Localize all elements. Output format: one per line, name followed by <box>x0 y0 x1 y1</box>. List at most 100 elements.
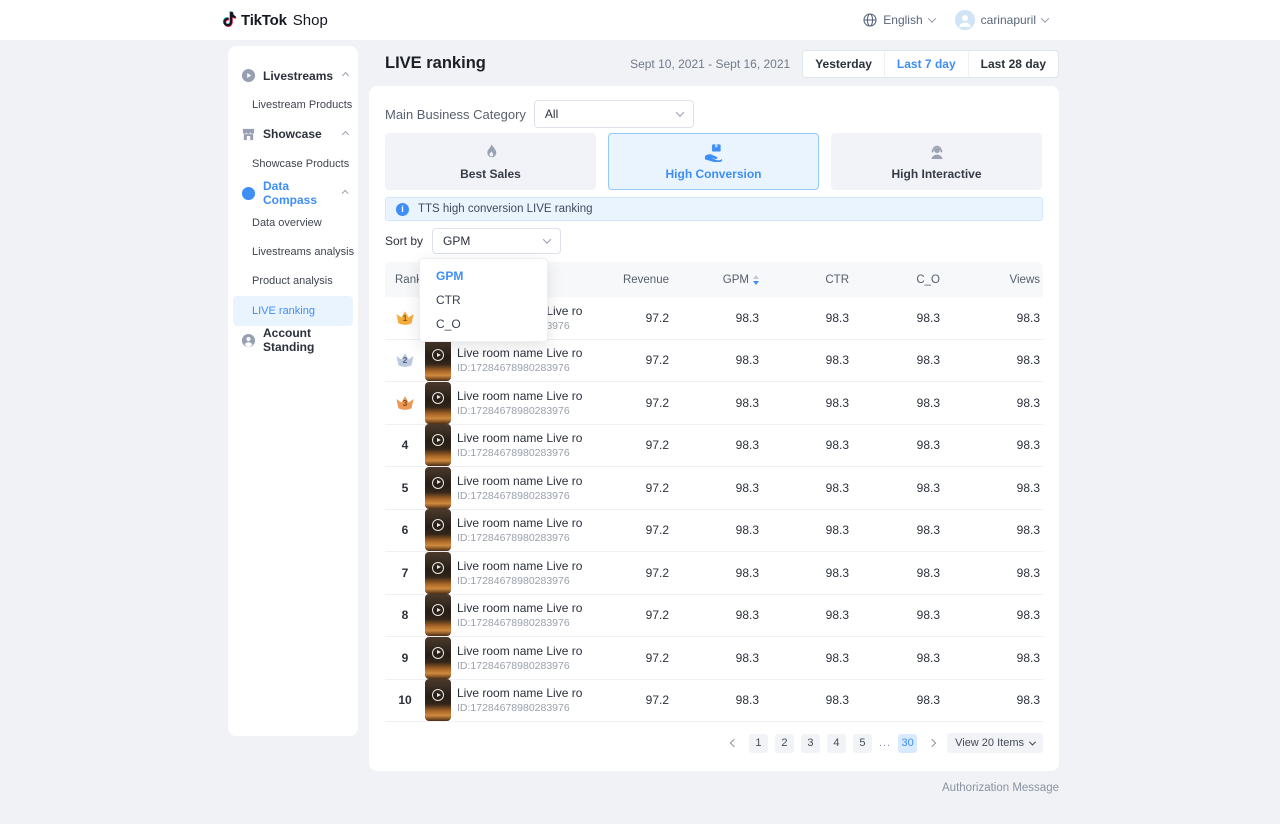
revenue-value: 97.2 <box>582 608 672 622</box>
live-room-cell[interactable]: Live room name Live room... ID:172846789… <box>425 339 582 381</box>
gpm-value: 98.3 <box>672 438 762 452</box>
live-room-cell[interactable]: Live room name Live room... ID:172846789… <box>425 467 582 509</box>
live-room-thumbnail[interactable] <box>425 594 451 636</box>
rank-cell: 8 <box>385 608 425 622</box>
live-room-thumbnail[interactable] <box>425 679 451 721</box>
table-row[interactable]: 3 Live room name Live room... ID:1728467… <box>385 382 1043 425</box>
live-room-thumbnail[interactable] <box>425 382 451 424</box>
tab-high-interactive[interactable]: High Interactive <box>831 133 1042 190</box>
sort-select[interactable]: GPM <box>432 228 561 254</box>
ctr-value: 98.3 <box>762 566 852 580</box>
sidebar: Livestreams Livestream Products Showcase… <box>228 46 358 736</box>
range-button-last-28-day[interactable]: Last 28 day <box>968 51 1058 77</box>
tab-high-conversion[interactable]: High Conversion <box>608 133 819 190</box>
authorization-message-link[interactable]: Authorization Message <box>942 782 1059 794</box>
live-room-thumbnail[interactable] <box>425 509 451 551</box>
ctr-value: 98.3 <box>762 523 852 537</box>
next-page-button[interactable] <box>924 734 940 753</box>
table-row[interactable]: 8 Live room name Live room... ID:1728467… <box>385 595 1043 638</box>
sidebar-group-label: Account Standing <box>263 326 348 354</box>
live-room-cell[interactable]: Live room name Live room... ID:172846789… <box>425 509 582 551</box>
ctr-value: 98.3 <box>762 311 852 325</box>
sidebar-group-label: Livestreams <box>263 69 333 83</box>
table-row[interactable]: 5 Live room name Live room... ID:1728467… <box>385 467 1043 510</box>
gpm-value: 98.3 <box>672 651 762 665</box>
tab-label: Best Sales <box>460 167 521 181</box>
sidebar-item-data-compass[interactable]: Data Compass <box>228 179 358 208</box>
live-room-thumbnail[interactable] <box>425 467 451 509</box>
sidebar-item-label: Livestream Products <box>252 99 352 111</box>
live-room-id: ID:17284678980283976 <box>457 490 582 502</box>
category-select[interactable]: All <box>534 100 694 128</box>
pagination-page-4[interactable]: 4 <box>827 734 846 753</box>
table-row[interactable]: 9 Live room name Live room... ID:1728467… <box>385 637 1043 680</box>
tab-best-sales[interactable]: Best Sales <box>385 133 596 190</box>
pagination-page-2[interactable]: 2 <box>775 734 794 753</box>
table-row[interactable]: 10 Live room name Live room... ID:172846… <box>385 680 1043 723</box>
live-room-cell[interactable]: Live room name Live room... ID:172846789… <box>425 382 582 424</box>
column-header-ctr: CTR <box>762 274 852 286</box>
pagination-page-1[interactable]: 1 <box>749 734 768 753</box>
sidebar-item-showcase-products[interactable]: Showcase Products <box>228 149 358 178</box>
sidebar-item-product-analysis[interactable]: Product analysis <box>228 267 358 296</box>
sidebar-item-account-standing[interactable]: Account Standing <box>228 326 358 355</box>
live-room-thumbnail[interactable] <box>425 552 451 594</box>
play-icon <box>432 392 444 404</box>
rank-cell: 7 <box>385 566 425 580</box>
ctr-value: 98.3 <box>762 438 852 452</box>
live-room-thumbnail[interactable] <box>425 424 451 466</box>
pagination-page-5[interactable]: 5 <box>853 734 872 753</box>
sidebar-item-livestreams-analysis[interactable]: Livestreams analysis <box>228 237 358 266</box>
gpm-value: 98.3 <box>672 608 762 622</box>
c-o-value: 98.3 <box>852 523 943 537</box>
page-size-select[interactable]: View 20 Items <box>947 733 1043 753</box>
c-o-value: 98.3 <box>852 651 943 665</box>
live-room-name: Live room name Live room... <box>457 644 582 658</box>
sidebar-item-showcase[interactable]: Showcase <box>228 120 358 149</box>
sidebar-item-livestream-products[interactable]: Livestream Products <box>228 90 358 119</box>
views-value: 98.3 <box>943 353 1043 367</box>
live-room-cell[interactable]: Live room name Live room... ID:172846789… <box>425 679 582 721</box>
table-row[interactable]: 6 Live room name Live room... ID:1728467… <box>385 510 1043 553</box>
revenue-value: 97.2 <box>582 353 672 367</box>
revenue-value: 97.2 <box>582 693 672 707</box>
table-row[interactable]: 7 Live room name Live room... ID:1728467… <box>385 552 1043 595</box>
sidebar-item-live-ranking[interactable]: LIVE ranking <box>233 296 353 325</box>
account-icon <box>241 333 256 348</box>
pagination-page-3[interactable]: 3 <box>801 734 820 753</box>
sort-option-ctr[interactable]: CTR <box>420 288 547 312</box>
revenue-value: 97.2 <box>582 523 672 537</box>
info-icon: i <box>396 203 409 216</box>
sidebar-item-label: LIVE ranking <box>252 305 315 317</box>
revenue-value: 97.2 <box>582 311 672 325</box>
previous-page-button[interactable] <box>726 734 742 753</box>
globe-icon <box>863 13 877 27</box>
sort-carets-icon <box>753 275 759 285</box>
user-menu[interactable]: carinapuril <box>955 10 1048 30</box>
sort-option-gpm[interactable]: GPM <box>420 264 547 288</box>
pagination-current-page[interactable]: 30 <box>898 734 917 753</box>
live-room-cell[interactable]: Live room name Live room... ID:172846789… <box>425 552 582 594</box>
live-room-thumbnail[interactable] <box>425 339 451 381</box>
sidebar-item-livestreams[interactable]: Livestreams <box>228 61 358 90</box>
live-room-cell[interactable]: Live room name Live room... ID:172846789… <box>425 594 582 636</box>
sidebar-item-data-overview[interactable]: Data overview <box>228 208 358 237</box>
column-header-gpm[interactable]: GPM <box>672 274 762 286</box>
sort-option-c-o[interactable]: C_O <box>420 312 547 336</box>
language-selector[interactable]: English <box>863 13 934 27</box>
range-button-last-7-day[interactable]: Last 7 day <box>884 51 968 77</box>
c-o-value: 98.3 <box>852 481 943 495</box>
info-banner-text: TTS high conversion LIVE ranking <box>418 203 593 215</box>
table-row[interactable]: 4 Live room name Live room... ID:1728467… <box>385 425 1043 468</box>
live-room-cell[interactable]: Live room name Live room... ID:172846789… <box>425 424 582 466</box>
live-room-thumbnail[interactable] <box>425 637 451 679</box>
live-room-name: Live room name Live room... <box>457 431 582 445</box>
range-button-yesterday[interactable]: Yesterday <box>803 51 884 77</box>
play-icon <box>432 689 444 701</box>
revenue-value: 97.2 <box>582 438 672 452</box>
c-o-value: 98.3 <box>852 566 943 580</box>
table-row[interactable]: 2 Live room name Live room... ID:1728467… <box>385 340 1043 383</box>
live-room-cell[interactable]: Live room name Live room... ID:172846789… <box>425 637 582 679</box>
tiktok-shop-logo[interactable]: TikTok Shop <box>220 0 328 40</box>
sidebar-item-label: Data overview <box>252 217 322 229</box>
